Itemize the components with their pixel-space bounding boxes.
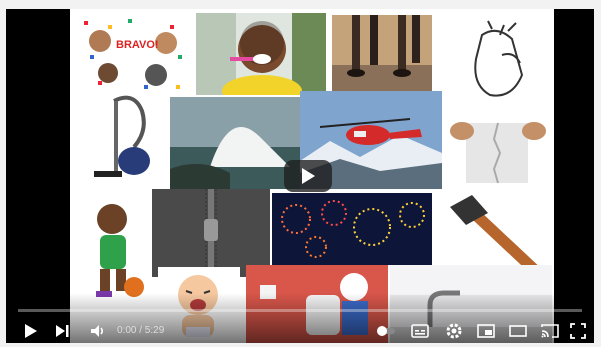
autoplay-toggle[interactable] [376,321,396,341]
fireworks-photo [272,193,432,265]
subtitles-icon [411,324,429,338]
volume-button[interactable] [88,321,108,341]
applause-clip-art: BRAVO! [78,15,188,95]
miniplayer-icon [477,324,495,338]
vacuum-cleaner-image [74,91,164,191]
theater-mode-icon [509,325,527,337]
miniplayer-button[interactable] [476,321,496,341]
cast-icon [541,324,559,338]
theater-mode-button[interactable] [508,321,528,341]
play-icon [25,324,37,338]
bravo-text: BRAVO! [116,39,159,51]
settings-button[interactable] [444,321,464,341]
progress-bar[interactable] [18,309,582,312]
zipper-photo [152,189,270,277]
player-controls: 0:00 / 5:29 [6,319,594,343]
basketball-boy-cartoon [76,195,150,305]
gear-icon [446,323,462,339]
autoplay-toggle-icon [377,326,395,336]
paper-tearing-photo [442,109,552,193]
time-display: 0:00 / 5:29 [117,325,165,336]
video-player[interactable]: BRAVO! 0:00 / 5:29 [6,9,594,343]
cast-button[interactable] [540,321,560,341]
volume-icon [91,325,104,337]
subtitles-button[interactable] [410,321,430,341]
next-icon [56,325,69,337]
large-play-button[interactable] [284,160,332,192]
people-walking-photo [332,15,432,95]
next-button[interactable] [52,321,72,341]
fullscreen-button[interactable] [568,321,588,341]
play-overlay-icon [302,168,315,184]
ocean-wave-photo [170,97,300,189]
play-button[interactable] [20,321,40,341]
finger-snap-drawing [442,15,552,105]
child-brushing-teeth-photo [196,13,326,95]
fullscreen-icon [570,323,586,339]
